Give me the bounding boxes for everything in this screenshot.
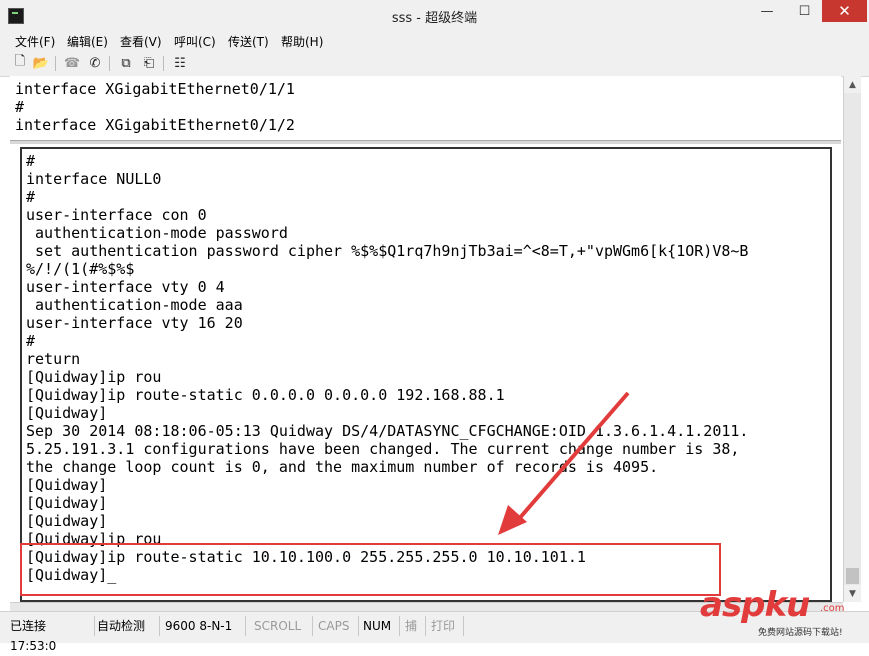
terminal-line: # — [26, 152, 36, 170]
new-icon[interactable]: 🗋 — [12, 54, 28, 71]
toolbar-separator — [109, 56, 110, 71]
send-icon[interactable]: ⧉ — [118, 55, 134, 71]
terminal-line: 5.25.191.3.1 configurations have been ch… — [26, 440, 740, 458]
disconnect-icon[interactable]: ✆ — [87, 55, 103, 71]
open-icon[interactable]: 📂 — [33, 55, 49, 71]
watermark-sub: 免费网站源码下载站! — [758, 628, 843, 638]
terminal-line: [Quidway] — [26, 512, 108, 530]
vertical-scrollbar[interactable]: ▲ ▼ — [843, 76, 861, 602]
terminal-line: [Quidway]ip rou — [26, 368, 162, 386]
status-print: 打印 — [429, 616, 464, 636]
watermark-logo: aspku .com 免费网站源码下载站! — [700, 585, 866, 640]
watermark-brand: aspku — [700, 585, 810, 625]
title-bar: sss - 超级终端 — ☐ ✕ — [0, 0, 869, 31]
terminal-line: authentication-mode aaa — [26, 296, 243, 314]
terminal-line: # — [15, 98, 25, 116]
status-num: NUM — [361, 616, 400, 636]
pane-splitter[interactable] — [10, 140, 841, 145]
menu-file[interactable]: 文件(F) — [15, 33, 55, 50]
menu-bar: 文件(F) 编辑(E) 查看(V) 呼叫(C) 传送(T) 帮助(H) — [0, 31, 869, 51]
highlight-box — [20, 543, 721, 596]
minimize-button[interactable]: — — [747, 0, 787, 22]
toolbar-separator — [163, 56, 164, 71]
status-connected: 已连接 17:53:0 — [8, 616, 95, 653]
toolbar-separator — [55, 56, 56, 71]
menu-call[interactable]: 呼叫(C) — [174, 33, 216, 50]
terminal-line: user-interface vty 0 4 — [26, 278, 225, 296]
terminal-line: set authentication password cipher %$%$Q… — [26, 242, 749, 260]
terminal-line: interface XGigabitEthernet0/1/1 — [15, 80, 295, 98]
toolbar: 🗋 📂 ☎ ✆ ⧉ ⎗ ☷ — [0, 51, 869, 77]
menu-transfer[interactable]: 传送(T) — [228, 33, 269, 50]
menu-help[interactable]: 帮助(H) — [281, 33, 323, 50]
terminal-line: [Quidway]ip route-static 0.0.0.0 0.0.0.0… — [26, 386, 505, 404]
terminal-upper-pane[interactable]: interface XGigabitEthernet0/1/1 # interf… — [15, 80, 835, 140]
terminal-line: user-interface con 0 — [26, 206, 207, 224]
status-capture: 捕 — [403, 616, 426, 636]
terminal-line: return — [26, 350, 81, 368]
menu-view[interactable]: 查看(V) — [120, 33, 162, 50]
terminal-line: user-interface vty 16 20 — [26, 314, 243, 332]
close-button[interactable]: ✕ — [822, 0, 867, 22]
call-icon[interactable]: ☎ — [64, 55, 80, 71]
terminal-line: [Quidway] — [26, 494, 108, 512]
status-detect: 自动检测 — [95, 616, 160, 636]
status-scroll: SCROLL — [252, 616, 313, 636]
terminal-line: interface NULL0 — [26, 170, 162, 188]
scroll-up-icon[interactable]: ▲ — [844, 76, 861, 93]
terminal-line: # — [26, 188, 36, 206]
terminal-lower-pane[interactable]: # interface NULL0 # user-interface con 0… — [26, 152, 826, 592]
window-title: sss - 超级终端 — [391, 11, 478, 26]
receive-icon[interactable]: ⎗ — [141, 55, 157, 71]
terminal-line: # — [26, 332, 36, 350]
properties-icon[interactable]: ☷ — [172, 55, 188, 71]
status-params: 9600 8-N-1 — [163, 616, 246, 636]
menu-edit[interactable]: 编辑(E) — [67, 33, 108, 50]
status-caps: CAPS — [316, 616, 359, 636]
scroll-thumb[interactable] — [846, 568, 859, 584]
terminal-line: authentication-mode password — [26, 224, 288, 242]
terminal-line: interface XGigabitEthernet0/1/2 — [15, 116, 295, 134]
terminal-line: the change loop count is 0, and the maxi… — [26, 458, 659, 476]
watermark-suffix: .com — [820, 603, 845, 614]
terminal-line: %/!/(1(#%$%$ — [26, 260, 135, 278]
terminal-line: Sep 30 2014 08:18:06-05:13 Quidway DS/4/… — [26, 422, 749, 440]
maximize-button[interactable]: ☐ — [787, 0, 822, 22]
terminal-line: [Quidway] — [26, 476, 108, 494]
terminal-line: [Quidway] — [26, 404, 108, 422]
